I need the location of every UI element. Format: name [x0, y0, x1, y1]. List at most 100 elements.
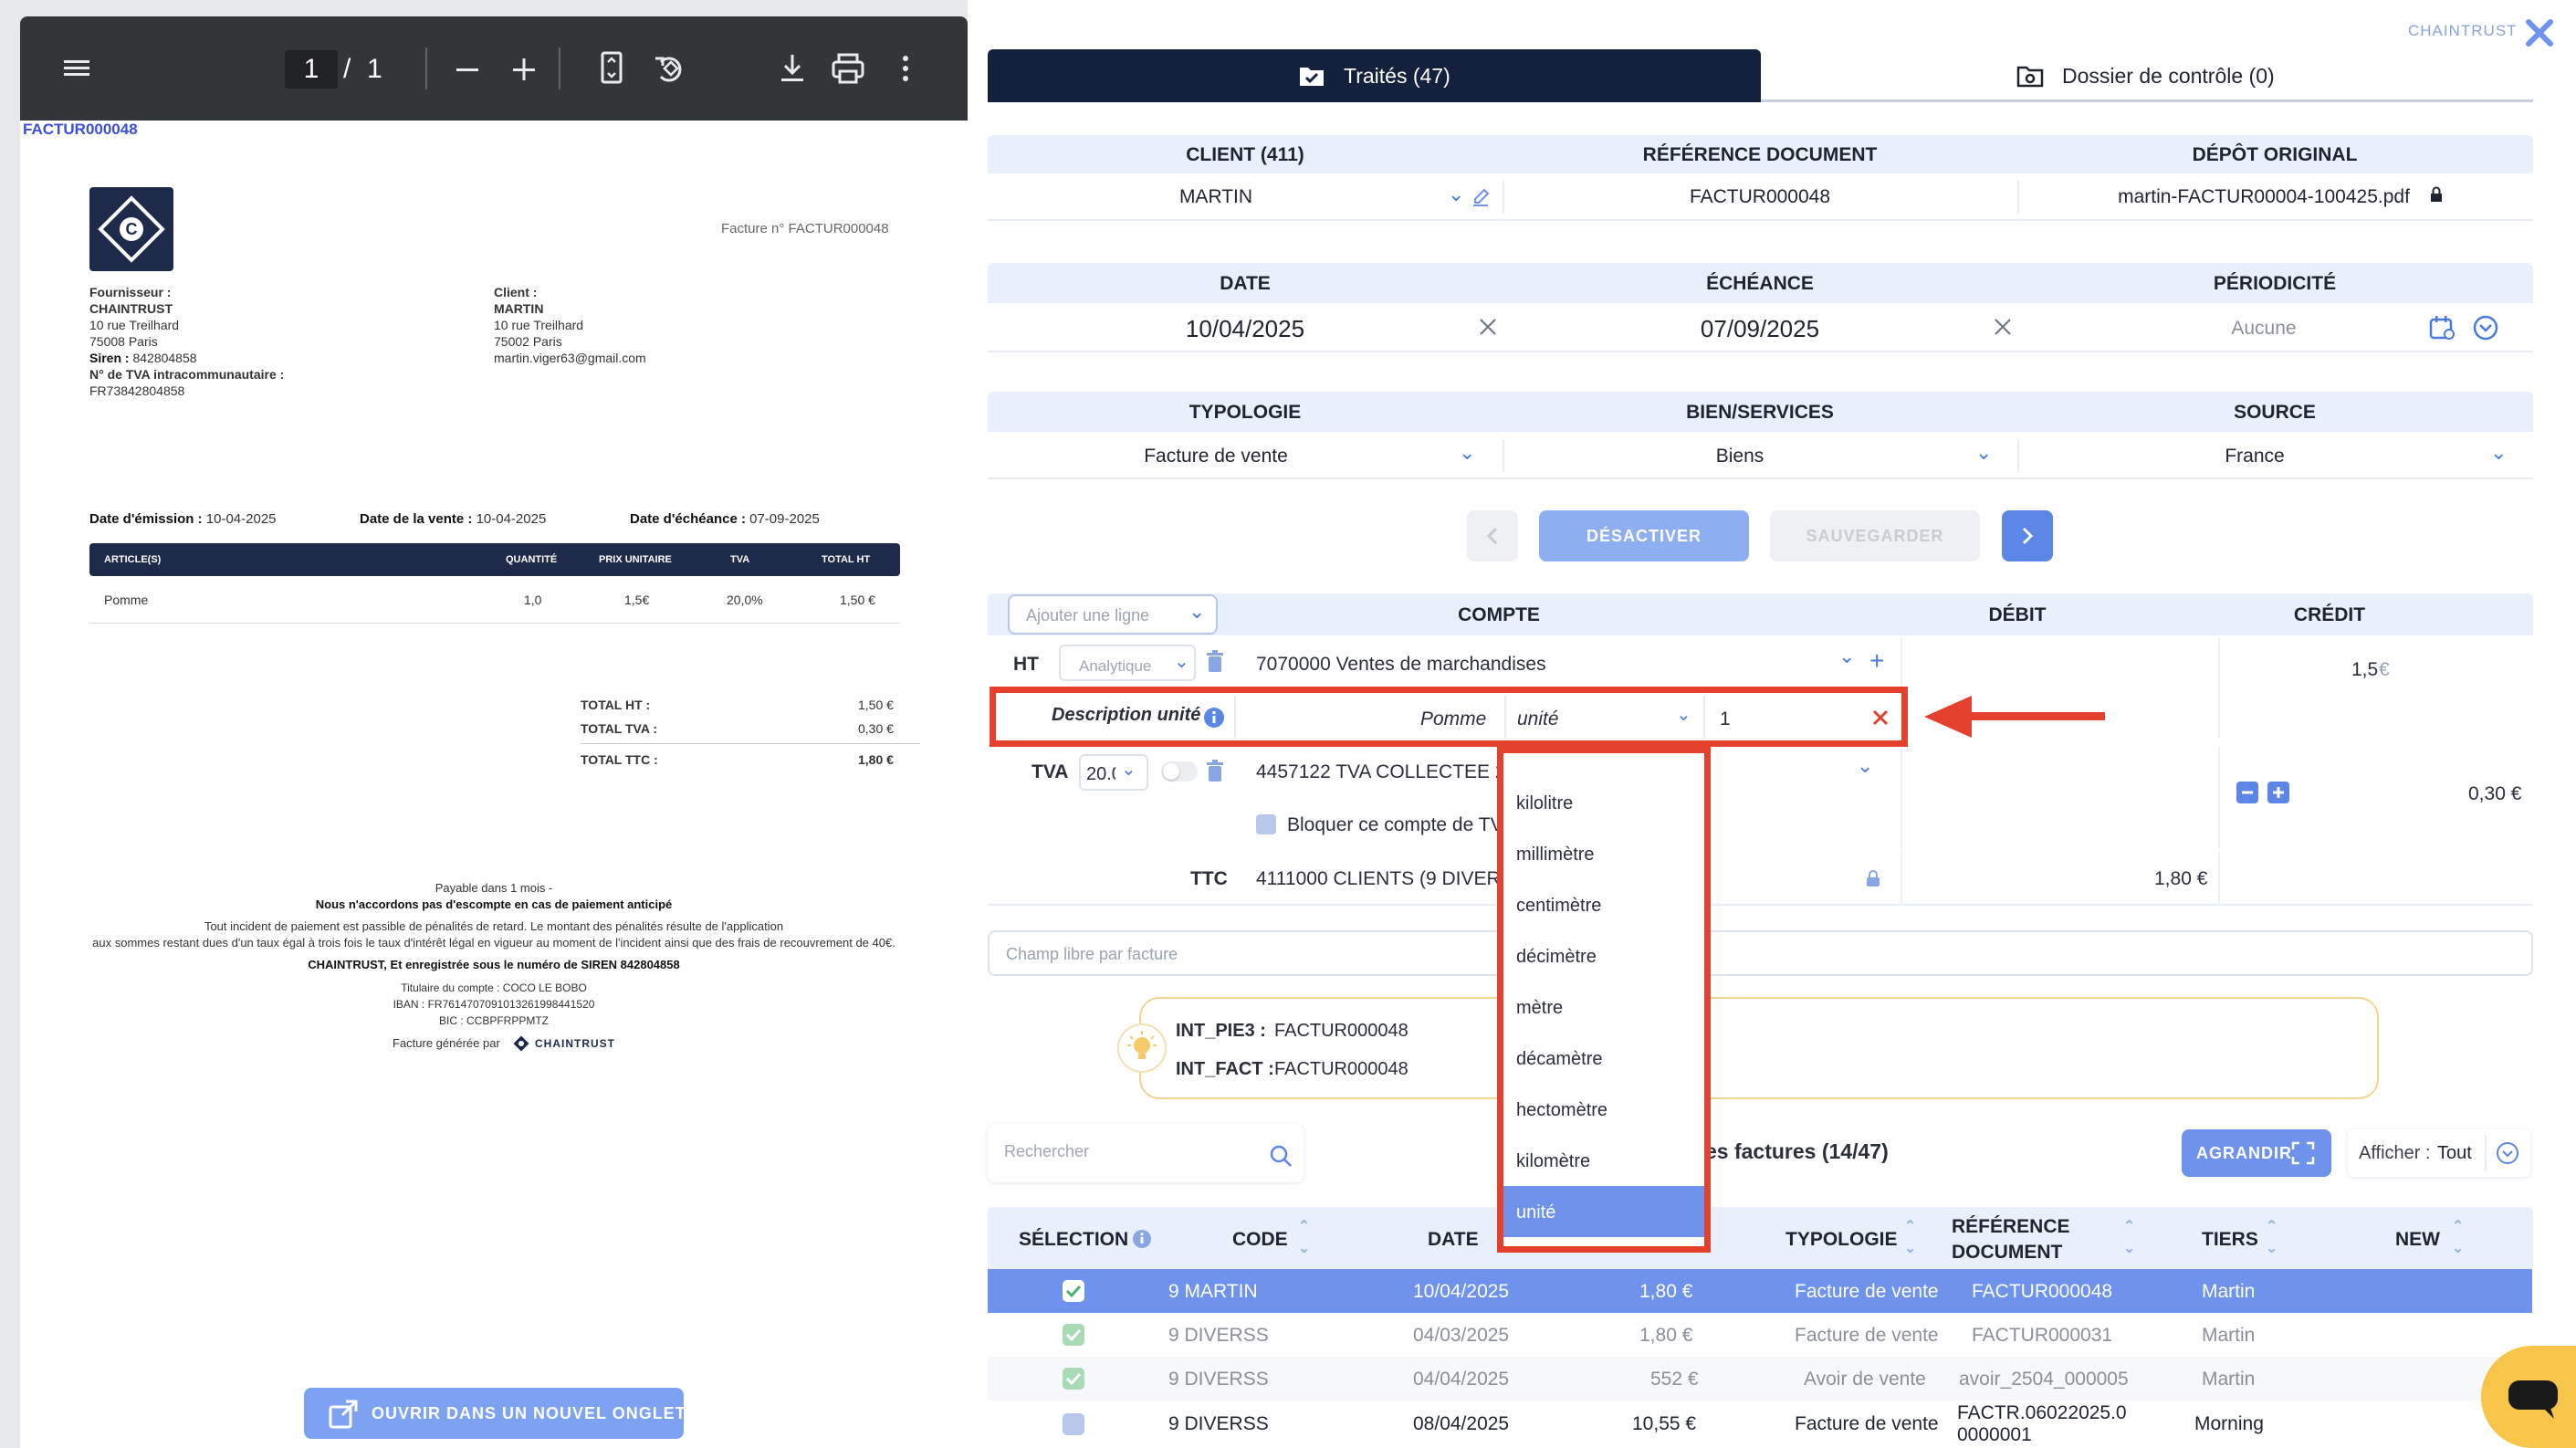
fit-page-icon[interactable]	[595, 49, 628, 88]
edit-icon[interactable]	[1471, 186, 1490, 206]
chat-button[interactable]	[2481, 1346, 2576, 1448]
col-unit-price: PRIX UNITAIRE	[599, 554, 672, 565]
menu-icon[interactable]	[60, 49, 97, 86]
trash-icon[interactable]	[1205, 650, 1225, 674]
row-checkbox[interactable]	[1063, 1324, 1084, 1346]
unit-option[interactable]: kilolitre	[1516, 793, 1573, 814]
unit-option[interactable]: décimètre	[1516, 947, 1597, 968]
header-row-dates: DATE ÉCHÉANCE PÉRIODICITÉ	[988, 263, 2533, 303]
tva-credit[interactable]: 0,30 €	[2468, 783, 2521, 805]
tva-rate-select[interactable]: 20.0 ⌄	[1079, 754, 1148, 791]
zoom-in-icon[interactable]	[508, 51, 540, 88]
trash-icon[interactable]	[1205, 760, 1225, 783]
table-row[interactable]: 9 DIVERSS 08/04/2025 10,55 € Facture de …	[988, 1401, 2532, 1448]
tva-toggle[interactable]	[1161, 761, 1198, 782]
source-select[interactable]: France	[2017, 446, 2492, 467]
search-input[interactable]: Rechercher	[988, 1124, 1304, 1182]
unit-option[interactable]: hectomètre	[1516, 1100, 1607, 1121]
clear-date-icon[interactable]	[1477, 316, 1499, 338]
plus-icon[interactable]	[2267, 782, 2289, 803]
clear-echeance-icon[interactable]	[1992, 316, 2014, 338]
close-icon[interactable]	[2521, 15, 2558, 51]
ttc-debit: 1,80 €	[2154, 868, 2208, 889]
col-reference-2[interactable]: DOCUMENT	[1952, 1242, 2062, 1264]
col-tiers[interactable]: TIERS	[2202, 1229, 2258, 1251]
prev-button[interactable]	[1467, 510, 1518, 561]
table-row[interactable]: 9 DIVERSS 04/03/2025 1,80 € Facture de v…	[988, 1313, 2532, 1357]
unit-option[interactable]: mètre	[1516, 998, 1563, 1019]
ht-account[interactable]: 7070000 Ventes de marchandises	[1256, 654, 1546, 676]
chevron-down-icon[interactable]: ⌄	[1838, 645, 1855, 668]
unit-option[interactable]: kilomètre	[1516, 1151, 1590, 1172]
tab-treated[interactable]: Traités (47)	[988, 49, 1761, 102]
minus-icon[interactable]	[2236, 782, 2258, 803]
typologie-select[interactable]: Facture de vente	[988, 446, 1444, 467]
download-icon[interactable]	[776, 49, 809, 88]
sort-icon[interactable]: ⌃ ⌄	[2452, 1216, 2464, 1260]
chevron-circle-icon[interactable]	[2472, 314, 2499, 341]
col-selection: SÉLECTION	[1019, 1229, 1129, 1250]
info-icon[interactable]	[1132, 1229, 1152, 1249]
expand-button[interactable]: AGRANDIR	[2182, 1129, 2331, 1177]
unit-option[interactable]: centimètre	[1516, 896, 1601, 917]
unit-select[interactable]: unité	[1517, 708, 1559, 730]
clear-line-icon[interactable]	[1871, 708, 1890, 727]
chevron-down-icon[interactable]: ⌄	[1459, 441, 1475, 465]
header-compte: COMPTE	[1458, 604, 1540, 625]
quantity-input[interactable]: 1	[1720, 708, 1731, 730]
sort-icon[interactable]: ⌃ ⌄	[1904, 1216, 1916, 1260]
next-button[interactable]	[2002, 510, 2053, 561]
tab-control[interactable]: Dossier de contrôle (0)	[1761, 49, 2533, 102]
rotate-icon[interactable]	[652, 49, 688, 88]
display-filter-select[interactable]: Afficher : Tout	[2348, 1129, 2530, 1177]
chevron-down-icon[interactable]: ⌄	[1448, 183, 1464, 206]
supplier-street: 10 rue Treilhard	[89, 318, 180, 332]
free-field-input[interactable]: Champ libre par facture	[988, 930, 2533, 976]
description-input[interactable]: Pomme	[1420, 708, 1486, 730]
chevron-down-icon[interactable]: ⌄	[1676, 703, 1691, 726]
search-icon[interactable]	[1269, 1144, 1293, 1168]
bien-select[interactable]: Biens	[1503, 446, 1977, 467]
zoom-out-icon[interactable]	[451, 51, 484, 88]
unit-option[interactable]: décamètre	[1516, 1049, 1603, 1070]
row-checkbox[interactable]	[1063, 1413, 1084, 1435]
page-number-input[interactable]: 1	[285, 50, 338, 89]
chevron-down-icon[interactable]: ⌄	[1857, 754, 1873, 778]
col-new[interactable]: NEW	[2395, 1229, 2440, 1251]
col-code[interactable]: CODE	[1232, 1229, 1288, 1251]
row-checkbox[interactable]	[1063, 1368, 1084, 1390]
calendar-repeat-icon[interactable]	[2428, 314, 2456, 341]
deactivate-button[interactable]: DÉSACTIVER	[1539, 510, 1749, 561]
unit-option-selected[interactable]: unité	[1503, 1186, 1704, 1237]
add-line-select[interactable]: Ajouter une ligne ⌄	[1008, 594, 1218, 635]
chevron-down-icon: ⌄	[1121, 760, 1136, 780]
invoice-top-link[interactable]: FACTUR000048	[23, 121, 138, 139]
print-icon[interactable]	[829, 49, 867, 88]
tva-account[interactable]: 4457122 TVA COLLECTEE 20	[1256, 761, 1516, 783]
sort-icon[interactable]: ⌃ ⌄	[2123, 1216, 2135, 1260]
unit-option[interactable]: millimètre	[1516, 845, 1595, 866]
sort-icon[interactable]: ⌃ ⌄	[1298, 1216, 1310, 1260]
chevron-down-icon[interactable]: ⌄	[1975, 441, 1992, 465]
echeance-input[interactable]: 07/09/2025	[1503, 315, 2017, 343]
table-row-selected[interactable]: 9 MARTIN 10/04/2025 1,80 € Facture de ve…	[988, 1269, 2532, 1313]
info-icon[interactable]	[1203, 707, 1225, 729]
block-account-checkbox[interactable]	[1256, 814, 1276, 834]
col-reference-1[interactable]: RÉFÉRENCE	[1952, 1216, 2070, 1238]
row-checkbox[interactable]	[1063, 1280, 1084, 1302]
open-new-tab-button[interactable]: OUVRIR DANS UN NOUVEL ONGLET	[304, 1388, 686, 1439]
ht-credit[interactable]: 1,5	[2351, 659, 2378, 681]
date-input[interactable]: 10/04/2025	[988, 315, 1503, 343]
client-value[interactable]: MARTIN	[988, 186, 1444, 208]
description-unit-label: Description unité	[1052, 705, 1201, 725]
invoices-list-title: es factures (14/47)	[1705, 1139, 1889, 1163]
chevron-down-icon[interactable]: ⌄	[2490, 441, 2507, 465]
table-row[interactable]: 9 DIVERSS 04/04/2025 552 € Avoir de vent…	[988, 1357, 2532, 1401]
save-button[interactable]: SAUVEGARDER	[1770, 510, 1980, 561]
plus-icon[interactable]: +	[1869, 646, 1884, 676]
more-options-icon[interactable]	[896, 49, 915, 88]
col-typologie[interactable]: TYPOLOGIE	[1785, 1229, 1898, 1251]
col-date[interactable]: DATE	[1428, 1229, 1479, 1251]
analytique-select[interactable]: Analytique ⌄	[1059, 645, 1196, 681]
sort-icon[interactable]: ⌃ ⌄	[2266, 1216, 2278, 1260]
